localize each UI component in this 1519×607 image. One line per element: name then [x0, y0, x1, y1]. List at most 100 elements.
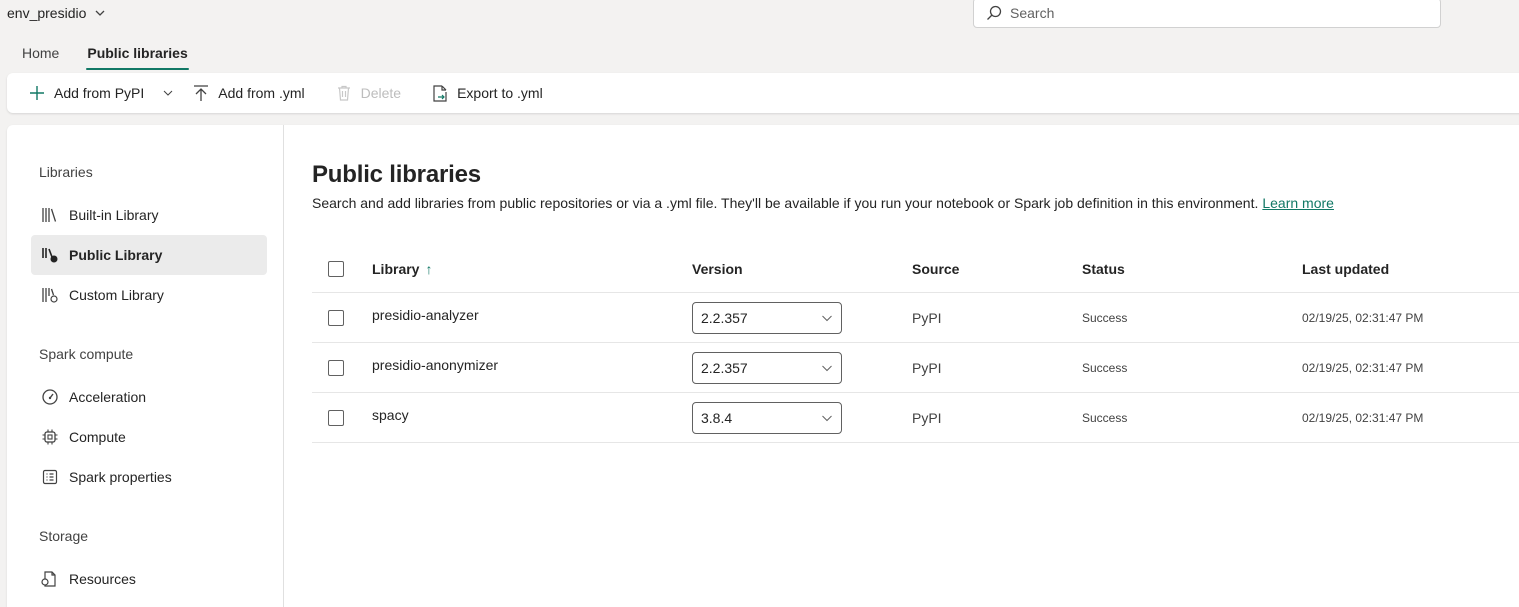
public-library-icon	[42, 248, 58, 263]
column-header-status[interactable]: Status	[1082, 245, 1125, 292]
add-from-pypi-label: Add from PyPI	[54, 85, 145, 101]
chip-icon	[42, 429, 58, 445]
export-to-yml-label: Export to .yml	[457, 85, 543, 101]
row-checkbox[interactable]	[328, 359, 344, 376]
sidebar-item-compute[interactable]: Compute	[31, 417, 267, 457]
upload-icon	[194, 85, 209, 101]
row-select-cell	[328, 343, 344, 392]
add-from-yml-button[interactable]: Add from .yml	[192, 73, 305, 113]
status-cell: Success	[1082, 360, 1128, 375]
workspace-name: env_presidio	[7, 5, 87, 21]
learn-more-link[interactable]: Learn more	[1262, 195, 1334, 211]
sidebar-item-built-in-library[interactable]: Built-in Library	[31, 195, 267, 235]
properties-icon	[42, 469, 58, 485]
table-row: presidio-anonymizer 2.2.357 PyPI Success…	[312, 343, 1519, 393]
table-row: presidio-analyzer 2.2.357 PyPI Success 0…	[312, 293, 1519, 343]
content-area: Public libraries Search and add librarie…	[312, 125, 1519, 607]
page-title: Public libraries	[312, 161, 481, 188]
tab-public-libraries[interactable]: Public libraries	[86, 40, 190, 70]
select-all-cell	[328, 245, 344, 292]
table-header: Library ↑ Version Source Status Last upd…	[312, 245, 1519, 293]
column-header-version[interactable]: Version	[692, 245, 743, 292]
status-cell: Success	[1082, 310, 1128, 325]
column-header-source[interactable]: Source	[912, 245, 959, 292]
version-value: 3.8.4	[701, 409, 733, 426]
library-name: spacy	[372, 407, 409, 423]
library-name: presidio-analyzer	[372, 307, 479, 323]
tab-home[interactable]: Home	[22, 40, 59, 70]
row-select-cell	[328, 293, 344, 342]
description-text: Search and add libraries from public rep…	[312, 195, 1259, 211]
row-select-cell	[328, 393, 344, 442]
sort-ascending-icon: ↑	[425, 260, 433, 277]
version-dropdown[interactable]: 3.8.4	[692, 401, 842, 434]
chevron-down-icon	[822, 315, 832, 321]
library-name: presidio-anonymizer	[372, 357, 499, 373]
version-value: 2.2.357	[701, 309, 748, 326]
add-from-yml-label: Add from .yml	[218, 85, 305, 101]
sidebar-item-label: Custom Library	[69, 287, 164, 303]
chevron-down-icon	[95, 10, 105, 16]
sidebar-item-custom-library[interactable]: Custom Library	[31, 275, 267, 315]
sidebar-item-label: Compute	[69, 429, 126, 445]
sidebar-section-spark-compute: Spark compute	[39, 346, 134, 362]
sidebar-item-public-library[interactable]: Public Library	[31, 235, 267, 275]
workspace-selector[interactable]: env_presidio	[7, 5, 106, 21]
add-from-pypi-button[interactable]: Add from PyPI	[28, 73, 144, 113]
sidebar-item-label: Acceleration	[69, 389, 147, 405]
source-cell: PyPI	[912, 309, 942, 326]
version-cell: 2.2.357	[692, 293, 842, 342]
add-options-dropdown[interactable]	[162, 73, 174, 113]
sidebar-item-label: Public Library	[69, 247, 163, 263]
delete-label: Delete	[360, 85, 402, 101]
library-icon	[42, 208, 57, 222]
last-updated-cell: 02/19/25, 02:31:47 PM	[1302, 410, 1424, 425]
column-header-last-updated[interactable]: Last updated	[1302, 245, 1389, 292]
export-icon	[433, 85, 447, 102]
gauge-icon	[42, 389, 58, 405]
resources-icon	[41, 571, 56, 587]
source-cell: PyPI	[912, 359, 942, 376]
sidebar-item-label: Resources	[69, 571, 136, 587]
sidebar: Libraries Built-in Library Public Librar…	[7, 125, 284, 607]
trash-icon	[337, 85, 350, 101]
main-panel: Libraries Built-in Library Public Librar…	[7, 125, 1519, 607]
search-placeholder: Search	[1010, 5, 1055, 21]
row-checkbox[interactable]	[328, 309, 344, 326]
custom-library-icon	[42, 288, 58, 303]
tab-bar: Home Public libraries	[0, 40, 190, 70]
column-library-label: Library	[372, 260, 420, 277]
version-dropdown[interactable]: 2.2.357	[692, 351, 842, 384]
chevron-down-icon	[822, 365, 832, 371]
top-bar: env_presidio Search	[0, 0, 1519, 32]
status-cell: Success	[1082, 410, 1128, 425]
version-cell: 2.2.357	[692, 343, 842, 392]
delete-button[interactable]: Delete	[335, 73, 401, 113]
last-updated-cell: 02/19/25, 02:31:47 PM	[1302, 360, 1424, 375]
table-row: spacy 3.8.4 PyPI Success 02/19/25, 02:31…	[312, 393, 1519, 443]
plus-icon	[30, 86, 44, 100]
libraries-table: Library ↑ Version Source Status Last upd…	[312, 245, 1519, 443]
chevron-down-icon	[822, 415, 832, 421]
select-all-checkbox[interactable]	[328, 260, 344, 277]
column-header-library[interactable]: Library ↑	[372, 245, 432, 292]
sidebar-item-label: Built-in Library	[69, 207, 159, 223]
page-description: Search and add libraries from public rep…	[312, 195, 1334, 211]
sidebar-section-storage: Storage	[39, 528, 89, 544]
search-box[interactable]: Search	[973, 0, 1441, 28]
sidebar-item-acceleration[interactable]: Acceleration	[31, 377, 267, 417]
sidebar-item-label: Spark properties	[69, 469, 172, 485]
version-dropdown[interactable]: 2.2.357	[692, 301, 842, 334]
sidebar-item-resources[interactable]: Resources	[31, 559, 267, 599]
chevron-down-icon	[163, 90, 173, 96]
sidebar-item-spark-properties[interactable]: Spark properties	[31, 457, 267, 497]
sidebar-section-libraries: Libraries	[39, 164, 93, 180]
version-value: 2.2.357	[701, 359, 748, 376]
version-cell: 3.8.4	[692, 393, 842, 442]
last-updated-cell: 02/19/25, 02:31:47 PM	[1302, 310, 1424, 325]
search-icon	[987, 5, 1002, 20]
toolbar: Add from PyPI Add from .yml Delete Expor…	[7, 73, 1519, 113]
source-cell: PyPI	[912, 409, 942, 426]
export-to-yml-button[interactable]: Export to .yml	[431, 73, 543, 113]
row-checkbox[interactable]	[328, 409, 344, 426]
